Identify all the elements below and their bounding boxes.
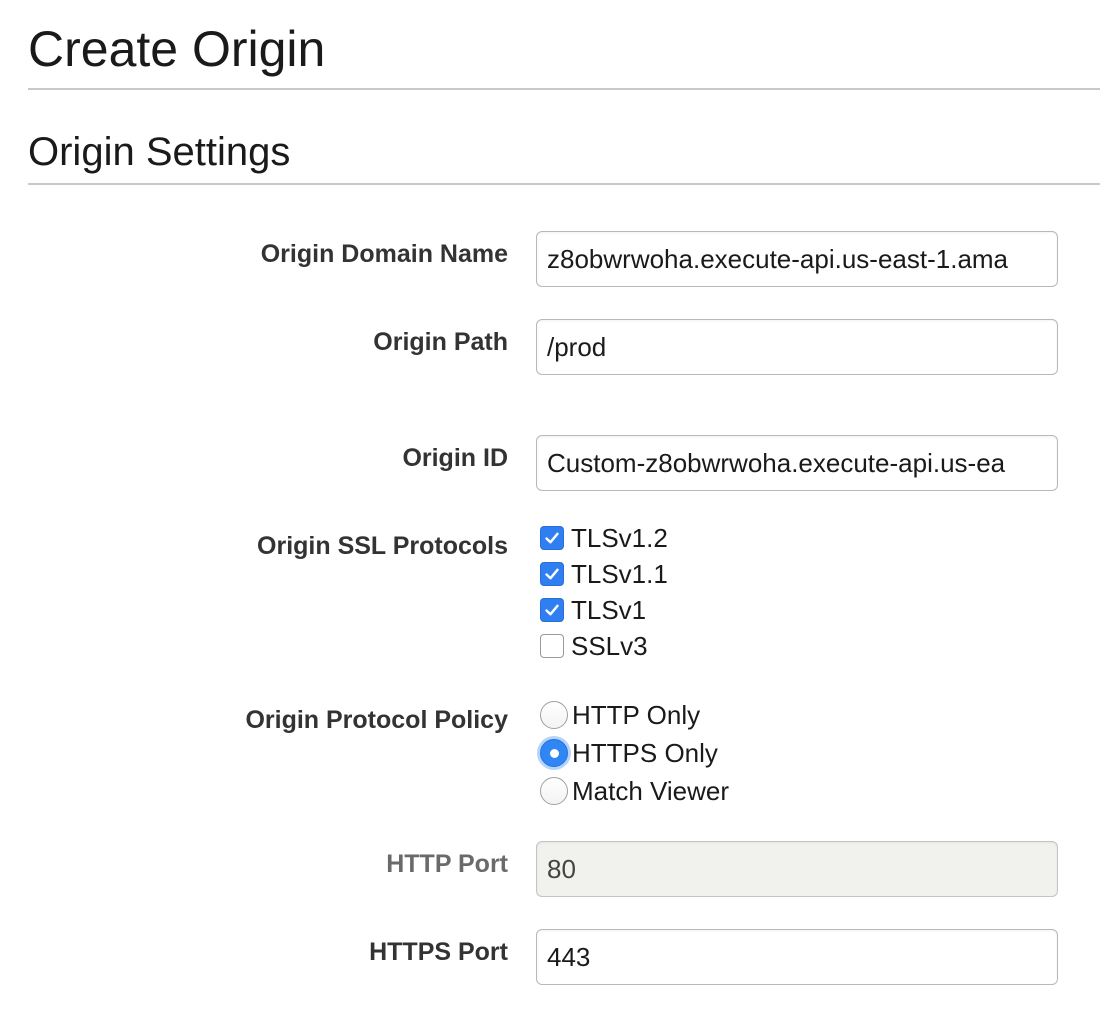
ssl-option-label: TLSv1 — [571, 595, 647, 625]
origin-ssl-protocols-label: Origin SSL Protocols — [257, 532, 508, 560]
policy-option-https-only[interactable]: HTTPS Only — [540, 735, 718, 771]
ssl-option-label: TLSv1.2 — [571, 523, 668, 553]
policy-option-match-viewer[interactable]: Match Viewer — [540, 773, 729, 809]
http-port-label: HTTP Port — [386, 850, 508, 878]
https-port-label: HTTPS Port — [369, 938, 508, 966]
ssl-option-sslv3[interactable]: SSLv3 — [540, 628, 648, 664]
origin-protocol-policy-label: Origin Protocol Policy — [245, 706, 508, 734]
checkbox-checked-icon[interactable] — [540, 598, 564, 622]
policy-option-label: HTTPS Only — [572, 738, 718, 768]
origin-id-input[interactable] — [536, 435, 1058, 491]
radio-unselected-icon[interactable] — [540, 777, 568, 805]
ssl-option-label: SSLv3 — [571, 631, 648, 661]
ssl-option-tlsv1-1[interactable]: TLSv1.1 — [540, 556, 668, 592]
ssl-option-tlsv1[interactable]: TLSv1 — [540, 592, 646, 628]
checkbox-unchecked-icon[interactable] — [540, 634, 564, 658]
origin-path-input[interactable] — [536, 319, 1058, 375]
ssl-option-label: TLSv1.1 — [571, 559, 668, 589]
section-title: Origin Settings — [28, 130, 291, 174]
policy-option-label: HTTP Only — [572, 700, 701, 730]
https-port-input[interactable] — [536, 929, 1058, 985]
origin-domain-name-input[interactable] — [536, 231, 1058, 287]
radio-selected-icon[interactable] — [540, 739, 568, 767]
checkbox-checked-icon[interactable] — [540, 562, 564, 586]
ssl-option-tlsv1-2[interactable]: TLSv1.2 — [540, 520, 668, 556]
section-divider — [28, 183, 1100, 185]
origin-domain-name-label: Origin Domain Name — [260, 240, 508, 268]
radio-unselected-icon[interactable] — [540, 701, 568, 729]
policy-option-label: Match Viewer — [572, 776, 730, 806]
policy-option-http-only[interactable]: HTTP Only — [540, 697, 700, 733]
origin-id-label: Origin ID — [402, 444, 508, 472]
checkbox-checked-icon[interactable] — [540, 526, 564, 550]
title-divider — [28, 88, 1100, 90]
http-port-input — [536, 841, 1058, 897]
page-title: Create Origin — [28, 21, 326, 77]
origin-path-label: Origin Path — [373, 328, 508, 356]
